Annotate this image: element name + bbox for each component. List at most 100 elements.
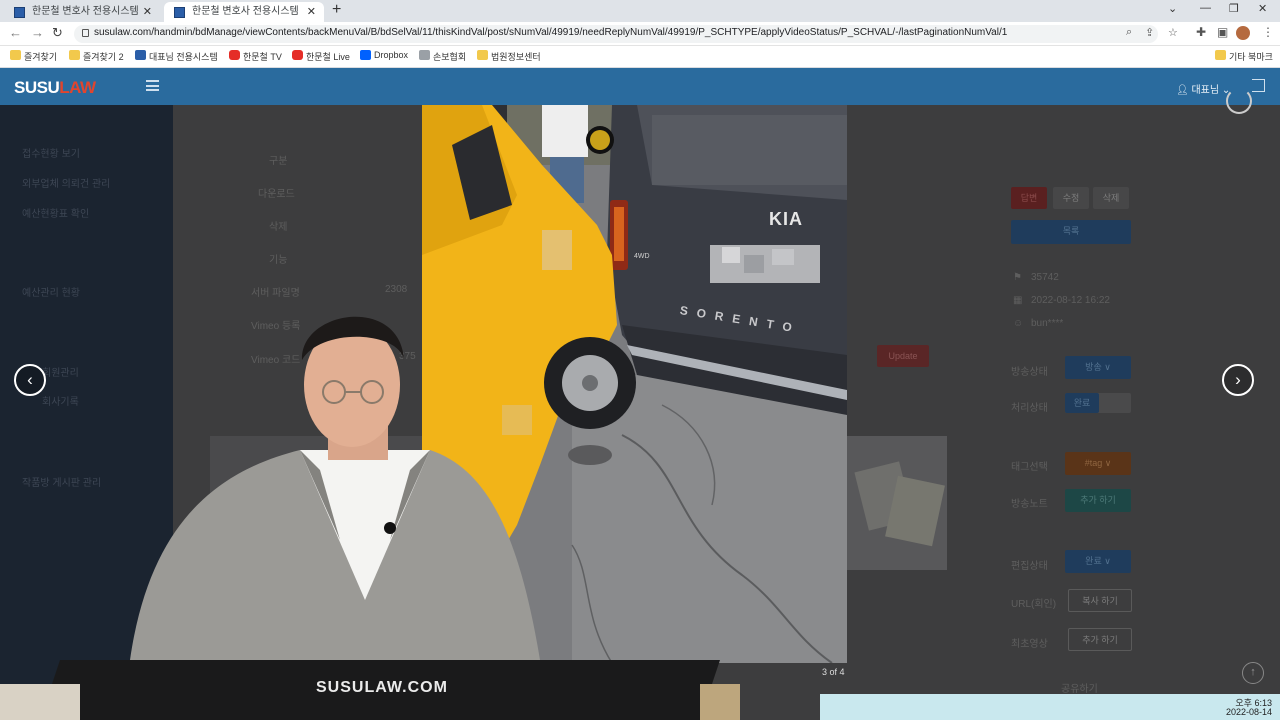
bookmark-court-info[interactable]: 법원정보센터 xyxy=(477,50,541,63)
bookmark-han-tv[interactable]: 한문철 TV xyxy=(229,50,282,63)
processing-toggle[interactable]: 완료 xyxy=(1065,393,1131,413)
post-author: bun**** xyxy=(1031,318,1064,329)
update-button[interactable]: Update xyxy=(877,345,929,367)
edit-button[interactable]: 수정 xyxy=(1053,187,1089,209)
profile-avatar[interactable] xyxy=(1236,26,1250,40)
browser-tab-bar: 한문철 변호사 전용시스템 ✕ 한문철 변호사 전용시스템 ✕ + ⌄ — ❐ … xyxy=(0,0,1280,22)
list-button[interactable]: 목록 xyxy=(1011,220,1131,244)
url-text: susulaw.com/handmin/bdManage/viewContent… xyxy=(94,27,1008,38)
browser-menu-icon[interactable]: ⋮ xyxy=(1262,25,1274,39)
youtube-icon xyxy=(292,50,303,60)
edit-status-dropdown[interactable]: 완료 ∨ xyxy=(1065,550,1131,573)
copy-url-button[interactable]: 복사 하기 xyxy=(1068,589,1132,612)
close-tab-icon[interactable]: ✕ xyxy=(143,2,152,22)
os-taskbar: 오후 6:13 2022-08-14 xyxy=(820,694,1280,720)
label-processing-status: 처리상태 xyxy=(1011,403,1048,414)
logout-icon[interactable] xyxy=(1252,79,1265,92)
receipt-thumb-icon xyxy=(854,461,945,547)
forward-arrow-icon[interactable]: → xyxy=(31,25,44,40)
post-number: 35742 xyxy=(1031,272,1059,283)
car-badge-lettering: 4WD xyxy=(634,253,650,260)
reload-icon[interactable]: ↻ xyxy=(52,25,63,41)
tab-search-chevron-icon[interactable]: ⌄ xyxy=(1168,2,1177,15)
delete-button[interactable]: 삭제 xyxy=(1093,187,1129,209)
calendar-icon: ▦ xyxy=(1013,295,1023,306)
row-label-delete: 삭제 xyxy=(269,222,288,233)
row-label-server-file: 서버 파일명 xyxy=(251,288,300,299)
lock-icon xyxy=(82,29,89,37)
flag-icon: ⚑ xyxy=(1013,272,1022,283)
desk-susulaw-text: SUSULAW.COM xyxy=(316,679,448,696)
lightbox-counter: 3 of 4 xyxy=(822,667,845,677)
url-field[interactable]: susulaw.com/handmin/bdManage/viewContent… xyxy=(74,25,1178,43)
dropbox-icon xyxy=(360,50,371,60)
label-broadcast-status: 방송상태 xyxy=(1011,367,1048,378)
thumbnail-4[interactable] xyxy=(847,436,947,570)
bookmark-insurance-assoc[interactable]: 손보협회 xyxy=(419,50,466,63)
sidebar-item-received[interactable]: 접수현황 보기 xyxy=(22,145,80,160)
bookmark-star-icon[interactable]: ☆ xyxy=(1168,26,1178,39)
sidebar-item-external[interactable]: 외부업체 의뢰건 관리 xyxy=(22,175,110,190)
tab-title: 한문철 변호사 전용시스템 xyxy=(192,6,299,17)
share-partial-text: 공유하기 xyxy=(1061,684,1098,695)
label-original-video: 최초영상 xyxy=(1011,639,1048,650)
bookmark-other[interactable]: 기타 북마크 xyxy=(1215,50,1273,63)
car-brand-logo: KIA xyxy=(769,209,803,229)
browser-address-bar: ← → ↻ susulaw.com/handmin/bdManage/viewC… xyxy=(0,22,1280,46)
broadcast-status-dropdown[interactable]: 방송 ∨ xyxy=(1065,356,1131,379)
hamburger-menu-icon[interactable] xyxy=(146,80,159,91)
reply-button[interactable]: 답변 xyxy=(1011,187,1047,209)
zoom-icon[interactable]: ⌕ xyxy=(1126,26,1132,39)
site-favicon-icon xyxy=(14,7,25,18)
folder-icon xyxy=(69,50,80,60)
toggle-on-label: 완료 xyxy=(1065,393,1099,413)
site-favicon-icon xyxy=(135,50,146,60)
row-label-type: 구분 xyxy=(269,156,288,167)
folder-icon xyxy=(477,50,488,60)
user-menu[interactable]: 👤︎ 대표님 ⌄ xyxy=(1176,81,1230,96)
susulaw-logo[interactable]: SUSULAW xyxy=(14,78,96,98)
close-window-icon[interactable]: ✕ xyxy=(1258,2,1267,15)
row-label-function: 기능 xyxy=(269,255,288,266)
site-favicon-icon xyxy=(174,7,185,18)
label-broadcast-note: 방송노트 xyxy=(1011,499,1048,510)
close-tab-icon[interactable]: ✕ xyxy=(307,2,316,22)
side-panel-icon[interactable]: ▣ xyxy=(1217,25,1228,39)
bookmark-favorites[interactable]: 즐겨찾기 xyxy=(10,50,57,63)
bookmarks-bar: 즐겨찾기 즐겨찾기 2 대표님 전용시스템 한문철 TV 한문철 Live Dr… xyxy=(0,46,1280,68)
row-label-download: 다운로드 xyxy=(258,189,295,200)
bookmark-dropbox[interactable]: Dropbox xyxy=(360,50,408,60)
new-tab-plus-icon[interactable]: + xyxy=(332,1,341,19)
label-edit-status: 편집상태 xyxy=(1011,561,1048,572)
bookmark-ceo-system[interactable]: 대표님 전용시스템 xyxy=(135,50,218,63)
sidebar-item-budget[interactable]: 예산현황표 확인 xyxy=(22,205,89,220)
browser-tab-2[interactable]: 한문철 변호사 전용시스템 ✕ xyxy=(164,2,324,22)
restore-window-icon[interactable]: ❐ xyxy=(1229,2,1239,15)
add-original-button[interactable]: 추가 하기 xyxy=(1068,628,1132,651)
minimize-window-icon[interactable]: — xyxy=(1200,2,1211,14)
server-file-value: 2308 xyxy=(385,284,408,295)
back-arrow-icon[interactable]: ← xyxy=(9,25,22,40)
share-icon[interactable]: ⇪ xyxy=(1145,26,1154,39)
taskbar-date[interactable]: 2022-08-14 xyxy=(1226,707,1272,717)
lightbox-next-button[interactable]: › xyxy=(1222,364,1254,396)
bookmark-favorites-2[interactable]: 즐겨찾기 2 xyxy=(69,50,124,63)
user-icon: 👤︎ xyxy=(1176,85,1192,96)
presenter-video-overlay xyxy=(0,300,740,720)
sidebar-item-budget-status[interactable]: 예산관리 현황 xyxy=(22,284,80,299)
site-favicon-icon xyxy=(419,50,430,60)
folder-icon xyxy=(10,50,21,60)
user-icon: ☺ xyxy=(1013,318,1024,329)
scroll-to-top-icon[interactable]: ↑ xyxy=(1242,662,1264,684)
post-date: 2022-08-12 16:22 xyxy=(1031,295,1110,306)
app-header: SUSULAW 👤︎ 대표님 ⌄ xyxy=(0,68,1280,105)
extensions-puzzle-icon[interactable]: ✚ xyxy=(1196,25,1206,39)
tag-dropdown[interactable]: #tag ∨ xyxy=(1065,452,1131,475)
add-note-button[interactable]: 추가 하기 xyxy=(1065,489,1131,512)
browser-tab-1[interactable]: 한문철 변호사 전용시스템 ✕ xyxy=(4,2,160,22)
label-tag-select: 태그선택 xyxy=(1011,462,1048,473)
folder-icon xyxy=(1215,50,1226,60)
bookmark-han-live[interactable]: 한문철 Live xyxy=(292,50,350,63)
lightbox-close-icon[interactable] xyxy=(1226,88,1252,114)
youtube-icon xyxy=(229,50,240,60)
